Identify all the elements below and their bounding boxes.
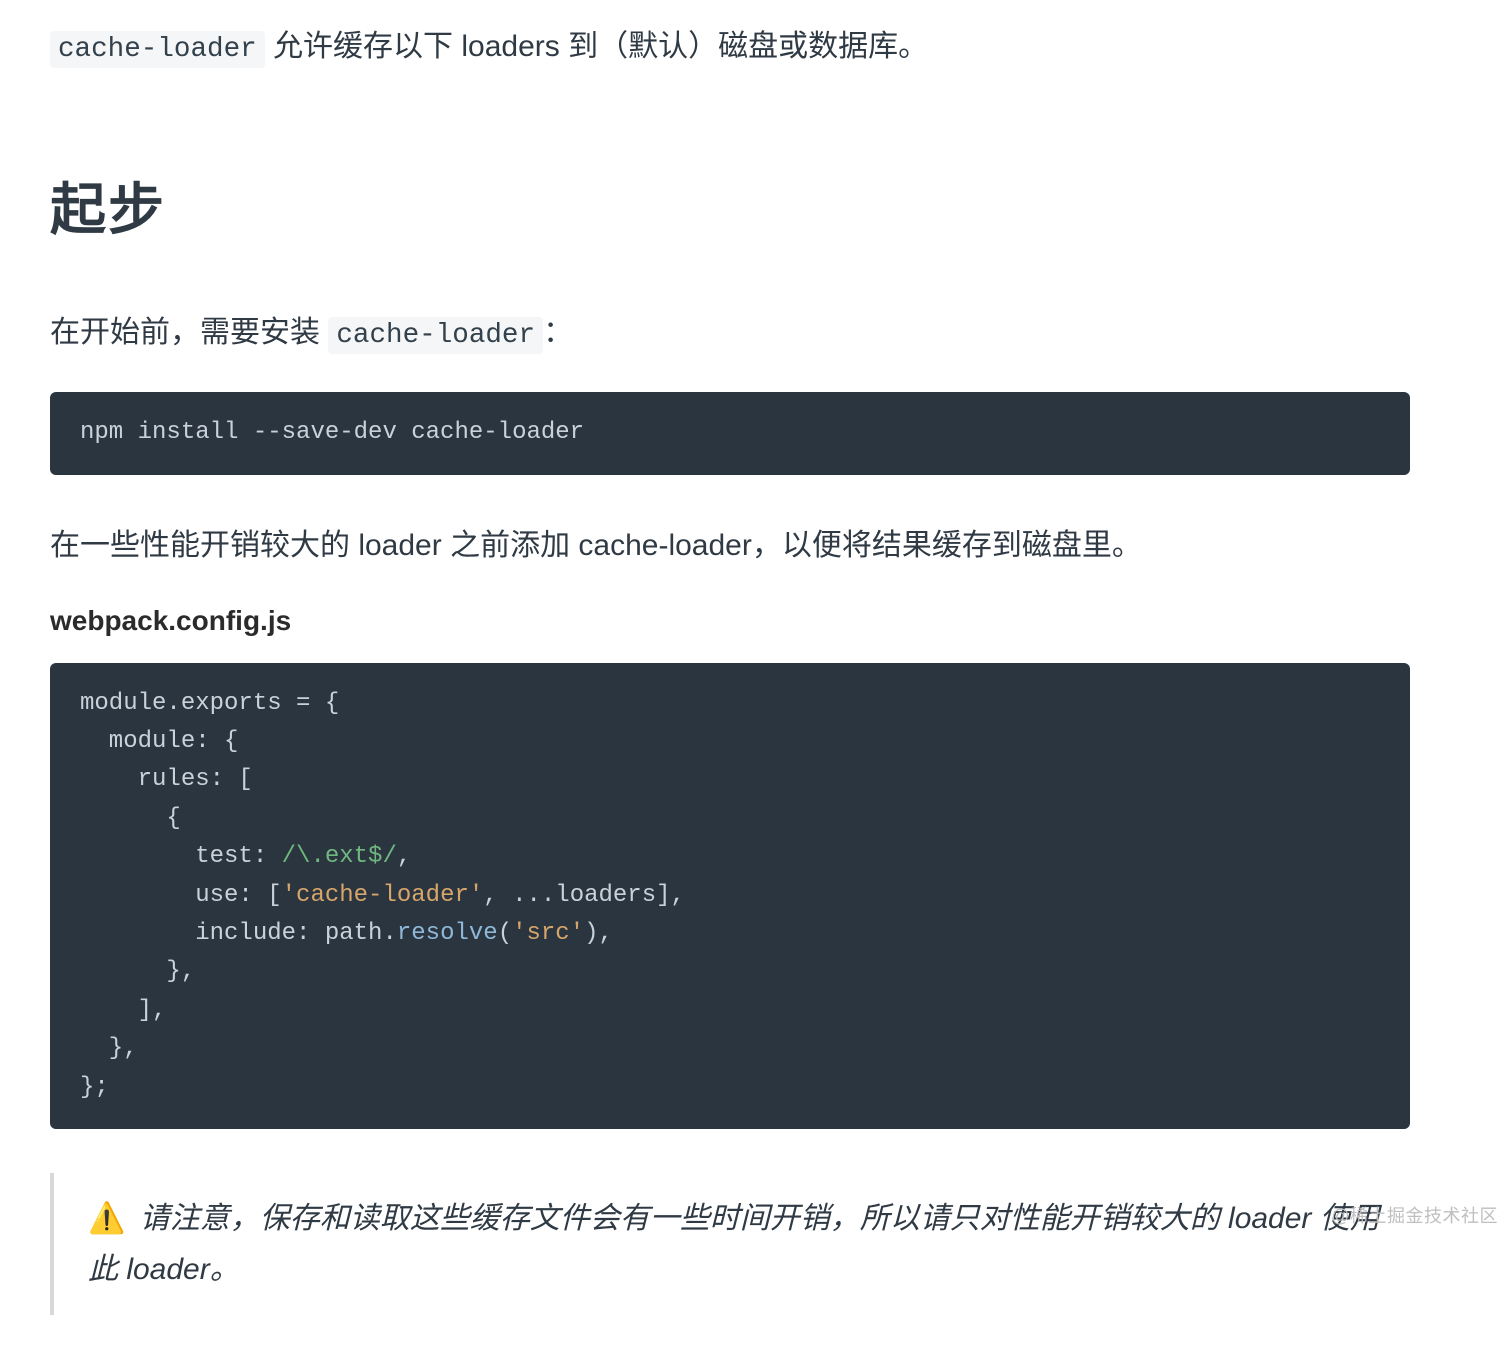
callout-body: 请注意，保存和读取这些缓存文件会有一些时间开销，所以请只对性能开销较大的 loa… xyxy=(88,1202,1380,1286)
inline-code-install: cache-loader xyxy=(328,317,543,354)
watermark: @稀土掘金技术社区 xyxy=(1331,1202,1498,1228)
code-block-config[interactable]: module.exports = { module: { rules: [ { … xyxy=(50,663,1410,1129)
install-suffix: ： xyxy=(543,316,573,349)
warning-callout: ⚠️ 请注意，保存和读取这些缓存文件会有一些时间开销，所以请只对性能开销较大的 … xyxy=(50,1173,1410,1315)
warning-icon: ⚠️ xyxy=(88,1202,125,1235)
install-command: npm install --save-dev cache-loader xyxy=(80,419,584,446)
heading-getting-started: 起步 xyxy=(50,165,1410,246)
code-block-install[interactable]: npm install --save-dev cache-loader xyxy=(50,392,1410,474)
intro-paragraph: cache-loader 允许缓存以下 loaders 到（默认）磁盘或数据库。 xyxy=(50,20,1410,75)
inline-code-cache-loader: cache-loader xyxy=(50,31,265,68)
callout-text: ⚠️ 请注意，保存和读取这些缓存文件会有一些时间开销，所以请只对性能开销较大的 … xyxy=(88,1193,1382,1295)
config-filename: webpack.config.js xyxy=(50,605,1410,637)
usage-paragraph: 在一些性能开销较大的 loader 之前添加 cache-loader，以便将结… xyxy=(50,519,1410,573)
article-content: cache-loader 允许缓存以下 loaders 到（默认）磁盘或数据库。… xyxy=(0,0,1460,1365)
install-prefix: 在开始前，需要安装 xyxy=(50,316,328,349)
install-instruction: 在开始前，需要安装 cache-loader： xyxy=(50,306,1410,361)
intro-text: 允许缓存以下 loaders 到（默认）磁盘或数据库。 xyxy=(265,30,928,63)
